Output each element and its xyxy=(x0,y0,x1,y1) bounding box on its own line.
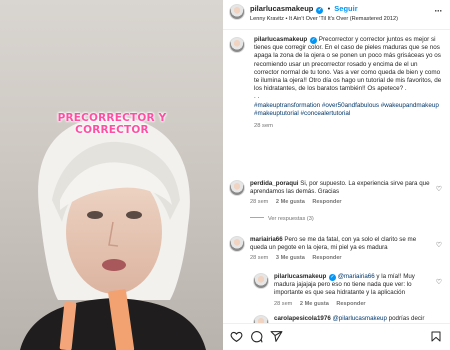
caption-dots: . . xyxy=(254,93,260,101)
caption-username[interactable]: pilarlucasmakeup xyxy=(254,36,307,43)
reply-likes[interactable]: 2 Me gusta xyxy=(300,301,329,307)
video-overlay-text: PRECORRECTOR Y CORRECTOR xyxy=(57,112,167,136)
comment-time: 28 sem xyxy=(250,255,269,261)
more-options-icon[interactable]: ··· xyxy=(435,6,443,16)
author-avatar[interactable] xyxy=(229,4,245,20)
bookmark-icon[interactable] xyxy=(430,330,442,343)
reply-avatar[interactable] xyxy=(253,273,269,289)
comment-likes[interactable]: 2 Me gusta xyxy=(276,199,305,205)
author-username[interactable]: pilarlucasmakeup xyxy=(250,4,313,13)
post-media[interactable]: PRECORRECTOR Y CORRECTOR xyxy=(0,0,223,350)
comment-likes[interactable]: 3 Me gusta xyxy=(276,255,305,261)
caption-time: 28 sem xyxy=(254,123,274,130)
verified-badge-icon: ✓ xyxy=(329,274,337,281)
reply-mention[interactable]: @mariairia66 xyxy=(338,273,375,280)
commenter-avatar[interactable] xyxy=(229,180,245,196)
caption-text: Precorrector y corrector juntos es mejor… xyxy=(254,36,442,93)
reply-text: podrías decir xyxy=(388,315,425,322)
caption-avatar[interactable] xyxy=(229,37,245,53)
reply-button[interactable]: Responder xyxy=(312,255,341,261)
comment-time: 28 sem xyxy=(250,199,269,205)
like-comment-icon[interactable]: ♡ xyxy=(436,278,442,286)
post-caption: pilarlucasmakeup ✓ Precorrector y correc… xyxy=(254,36,444,130)
verified-badge-icon: ✓ xyxy=(309,37,317,44)
commenter-avatar[interactable] xyxy=(229,236,245,252)
commenter-username[interactable]: mariairia66 xyxy=(250,236,283,243)
post-panel: pilarlucasmakeup ✓ • Seguir Lenny Kravit… xyxy=(223,0,450,350)
video-frame xyxy=(20,116,206,350)
reply-username[interactable]: pilarlucasmakeup xyxy=(274,273,326,280)
caption-hashtags[interactable]: #makeuptransformation #over50andfabulous… xyxy=(254,102,439,117)
view-replies-button[interactable]: Ver respuestas (3) xyxy=(250,216,314,222)
reply-time: 28 sem xyxy=(274,301,293,307)
like-comment-icon[interactable]: ♡ xyxy=(436,241,442,249)
reply-mention[interactable]: @pilarlucasmakeup xyxy=(333,315,387,322)
reply-username[interactable]: carolapesicola1976 xyxy=(274,315,331,322)
like-icon[interactable] xyxy=(230,330,243,343)
reply-button[interactable]: Responder xyxy=(312,199,341,205)
audio-track[interactable]: Lenny Kravitz • It Ain't Over 'Til It's … xyxy=(250,16,398,22)
post-action-bar xyxy=(223,323,450,350)
follow-button[interactable]: Seguir xyxy=(334,4,357,13)
post-header: pilarlucasmakeup ✓ • Seguir Lenny Kravit… xyxy=(223,0,450,30)
like-comment-icon[interactable]: ♡ xyxy=(436,185,442,193)
share-icon[interactable] xyxy=(270,330,283,343)
comment-icon[interactable] xyxy=(250,330,263,343)
verified-badge-icon: ✓ xyxy=(316,7,324,14)
commenter-username[interactable]: perdida_poraqui xyxy=(250,180,298,187)
reply-button[interactable]: Responder xyxy=(336,301,365,307)
